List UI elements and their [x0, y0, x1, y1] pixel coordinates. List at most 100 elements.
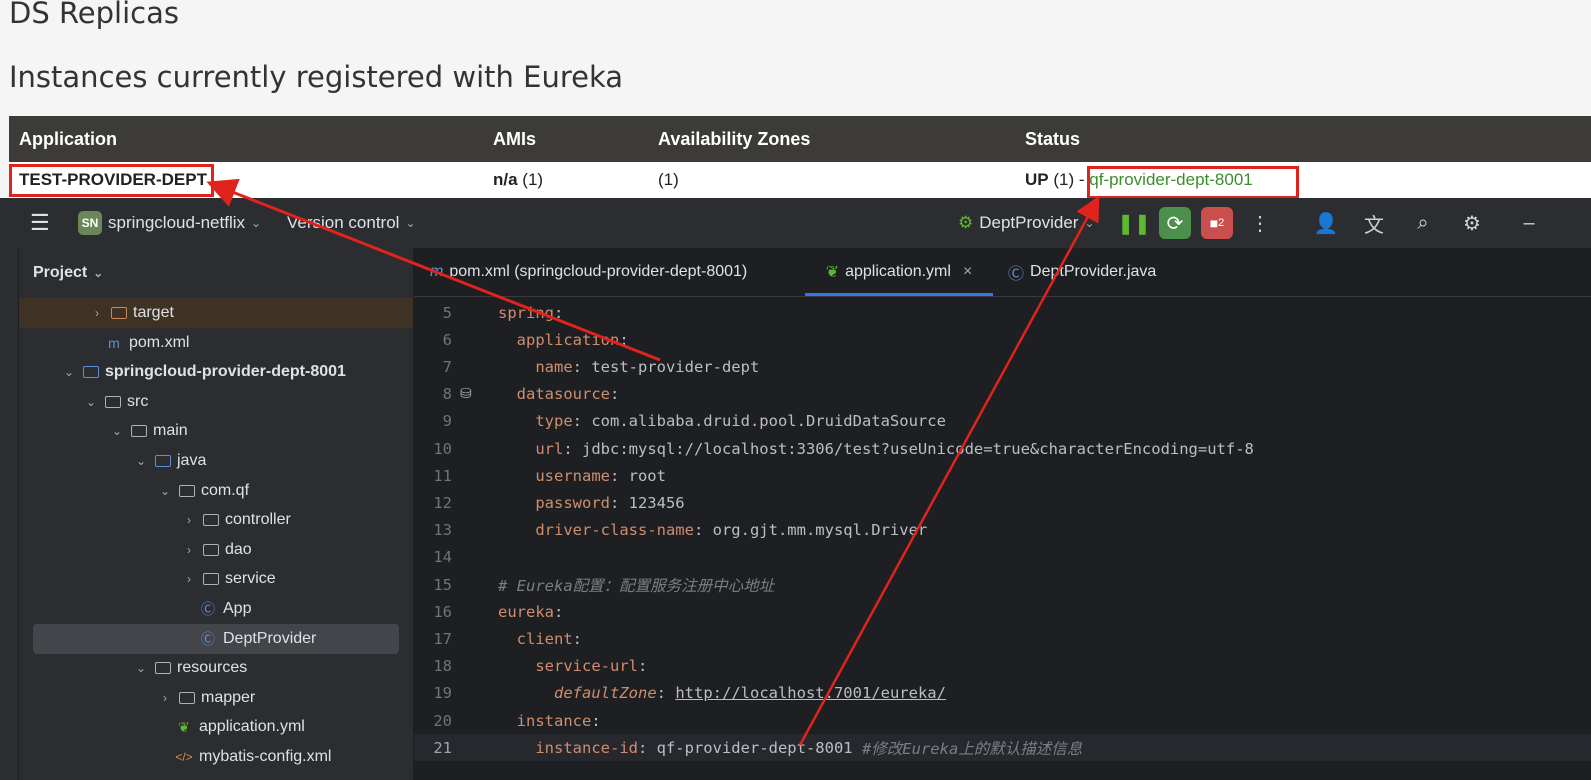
- tree-item-label: springcloud-provider-dept-8001: [105, 363, 346, 381]
- spring-class-icon: Ⓒ: [201, 601, 215, 617]
- tree-item[interactable]: ⌄ springcloud-provider-dept-8001: [19, 357, 413, 387]
- yaml-key: instance: [516, 711, 592, 730]
- tree-item-label: mapper: [201, 688, 256, 706]
- project-panel-title[interactable]: Project ⌄: [33, 248, 103, 298]
- chevron-right-icon[interactable]: ›: [181, 543, 197, 557]
- yaml-key: spring: [498, 303, 554, 322]
- tree-item[interactable]: </> mybatis-config.xml: [19, 742, 413, 772]
- chevron-right-icon[interactable]: ›: [181, 572, 197, 586]
- code-line: 11 username: root: [414, 462, 1591, 489]
- spring-class-icon: Ⓒ: [1008, 266, 1025, 283]
- line-number: 10: [433, 439, 452, 458]
- code-editor[interactable]: m pom.xml (springcloud-provider-dept-800…: [414, 248, 1591, 780]
- maven-icon: m: [108, 334, 120, 351]
- folder-icon: [179, 691, 195, 704]
- yaml-key: defaultZone: [554, 684, 657, 703]
- chevron-down-icon[interactable]: ⌄: [133, 454, 149, 468]
- chevron-down-icon: ⌄: [251, 216, 262, 230]
- stop-count-badge: 2: [1218, 217, 1225, 229]
- table-header: Application AMIs Availability Zones Stat…: [9, 116, 1591, 162]
- line-number: 18: [433, 657, 452, 676]
- main-menu-button[interactable]: ☰: [30, 198, 50, 248]
- line-number: 21: [433, 738, 452, 757]
- chevron-right-icon[interactable]: ›: [89, 306, 105, 320]
- tree-item[interactable]: › controller: [19, 505, 413, 535]
- chevron-down-icon[interactable]: ⌄: [157, 484, 173, 498]
- close-icon[interactable]: ×: [963, 263, 972, 281]
- tree-item[interactable]: › dao: [19, 535, 413, 565]
- code-line: 7 name: test-provider-dept: [414, 353, 1591, 380]
- spring-boot-icon: ⚙: [958, 213, 974, 232]
- chevron-down-icon[interactable]: ⌄: [61, 365, 77, 379]
- yaml-key: eureka: [498, 602, 554, 621]
- chevron-right-icon[interactable]: ›: [157, 691, 173, 705]
- rerun-icon[interactable]: ⟳: [1159, 207, 1191, 239]
- line-number: 9: [442, 412, 452, 431]
- code-line: 5 spring:: [414, 299, 1591, 326]
- chevron-down-icon[interactable]: ⌄: [83, 395, 99, 409]
- chevron-down-icon[interactable]: ⌄: [109, 424, 125, 438]
- code-line: 20 instance:: [414, 707, 1591, 734]
- yaml-value: :: [637, 657, 648, 676]
- tree-item[interactable]: ⌄ main: [19, 416, 413, 446]
- line-number: 7: [442, 357, 452, 376]
- module-icon: [83, 366, 99, 379]
- tree-item[interactable]: m pom.xml: [19, 328, 413, 358]
- yaml-key: service-url: [535, 657, 638, 676]
- line-number: 11: [433, 466, 452, 485]
- chevron-down-icon: ⌄: [93, 266, 104, 280]
- settings-icon[interactable]: ⚙: [1456, 207, 1488, 239]
- table-row: TEST-PROVIDER-DEPT n/a (1) (1) UP (1) - …: [9, 162, 1591, 199]
- tree-item[interactable]: › mapper: [19, 683, 413, 713]
- yaml-key: url: [535, 439, 564, 458]
- yaml-value: :: [610, 385, 620, 404]
- page-title: DS Replicas: [9, 0, 179, 30]
- minimize-icon[interactable]: –: [1513, 207, 1545, 239]
- tab-deptprovider-java[interactable]: Ⓒ DeptProvider.java: [1008, 248, 1156, 296]
- translate-icon[interactable]: 文: [1358, 207, 1390, 239]
- tree-item-label: pom.xml: [129, 333, 190, 351]
- stop-icon[interactable]: ■ 2: [1201, 207, 1233, 239]
- add-user-icon[interactable]: 👤: [1310, 207, 1342, 239]
- project-switcher[interactable]: SN springcloud-netflix ⌄: [78, 198, 261, 248]
- url-link[interactable]: http://localhost:7001/eureka/: [675, 684, 946, 702]
- database-icon[interactable]: ⛁: [460, 386, 472, 402]
- eureka-dashboard: DS Replicas Instances currently register…: [0, 0, 1591, 200]
- tree-item[interactable]: ⌄ com.qf: [19, 476, 413, 506]
- tree-item[interactable]: › target: [19, 298, 413, 328]
- vcs-menu[interactable]: Version control ⌄: [287, 198, 416, 248]
- run-config-selector[interactable]: ⚙ DeptProvider ⌄: [958, 198, 1095, 248]
- package-icon: [203, 543, 219, 556]
- more-actions-icon[interactable]: ⋮: [1244, 207, 1276, 239]
- chevron-right-icon[interactable]: ›: [181, 513, 197, 527]
- project-badge: SN: [78, 211, 102, 235]
- tree-item[interactable]: Ⓒ DeptProvider: [33, 623, 399, 654]
- tree-item[interactable]: ⌄ java: [19, 446, 413, 476]
- tree-item[interactable]: Ⓒ App: [19, 594, 413, 624]
- yaml-value: :: [619, 330, 629, 349]
- tree-item[interactable]: › service: [19, 564, 413, 594]
- source-folder-icon: [155, 455, 171, 467]
- tool-window-strip: [0, 248, 19, 780]
- folder-icon: [105, 395, 121, 408]
- yaml-value: : 123456: [609, 493, 685, 512]
- tree-item-label: service: [225, 570, 276, 588]
- tree-item[interactable]: ⌄ resources: [19, 653, 413, 683]
- line-number: 19: [433, 684, 452, 703]
- tab-pom-xml[interactable]: m pom.xml (springcloud-provider-dept-800…: [430, 248, 747, 296]
- line-number: 5: [442, 303, 452, 322]
- tab-application-yml[interactable]: ❦ application.yml ×: [805, 248, 993, 296]
- search-icon[interactable]: ⌕: [1407, 207, 1439, 239]
- package-icon: [203, 573, 219, 586]
- tree-item-label: mybatis-config.xml: [199, 748, 332, 765]
- project-name: springcloud-netflix: [108, 213, 246, 232]
- section-title: Instances currently registered with Eure…: [9, 60, 624, 94]
- pause-icon[interactable]: ❚❚: [1117, 207, 1151, 239]
- line-number: 20: [433, 711, 452, 730]
- yaml-key: name: [535, 357, 573, 376]
- code-line: 10 url: jdbc:mysql://localhost:3306/test…: [414, 435, 1591, 462]
- code-line: 16 eureka:: [414, 598, 1591, 625]
- tree-item[interactable]: ❦ application.yml: [19, 712, 413, 742]
- tree-item[interactable]: ⌄ src: [19, 387, 413, 417]
- chevron-down-icon[interactable]: ⌄: [133, 661, 149, 675]
